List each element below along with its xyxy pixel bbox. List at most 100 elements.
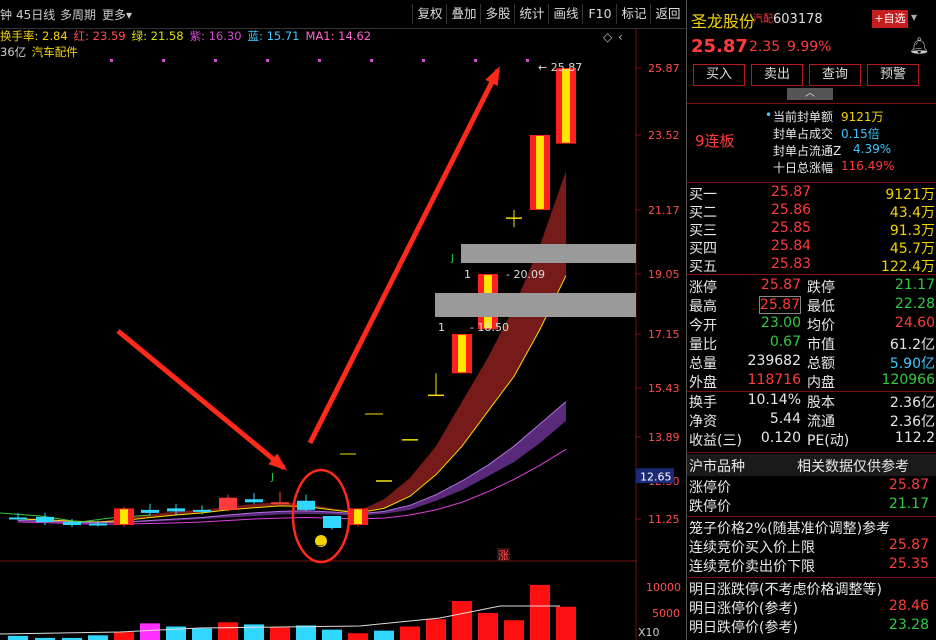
fundamental-row: 净资 5.44 流通 2.36亿 bbox=[687, 411, 936, 431]
candle-body[interactable] bbox=[167, 508, 185, 512]
stat-label: 外盘 bbox=[689, 375, 717, 391]
annotation-prefix-2: 1 bbox=[438, 321, 445, 334]
trade-button-0[interactable]: 买入 bbox=[693, 64, 745, 86]
tomorrow-label: 明日涨停价(参考) bbox=[689, 601, 798, 617]
chevron-down-icon[interactable]: ▾ bbox=[911, 10, 917, 24]
toolbar-button-0[interactable]: 复权 bbox=[412, 4, 447, 24]
candle-body[interactable] bbox=[245, 499, 263, 503]
bid-row: 买四 25.84 45.7万 bbox=[687, 238, 936, 258]
marker-dot bbox=[266, 59, 269, 62]
marker-dot bbox=[370, 59, 373, 62]
trade-button-2[interactable]: 查询 bbox=[809, 64, 861, 86]
j-mark: J bbox=[270, 472, 274, 483]
bell-icon[interactable]: 🔔︎ bbox=[909, 36, 929, 55]
stat-label: 涨停 bbox=[689, 280, 717, 296]
candle-body[interactable] bbox=[323, 515, 341, 528]
cage-value: 25.35 bbox=[888, 556, 929, 572]
toolbar-button-1[interactable]: 叠加 bbox=[446, 4, 481, 24]
candle-body[interactable] bbox=[219, 497, 237, 510]
smiley-face: ‿ bbox=[316, 537, 324, 546]
market-section-note: 相关数据仅供参考 bbox=[797, 459, 909, 475]
kline-chart[interactable]: 25.8723.5221.1719.0517.1515.4313.8912.50… bbox=[0, 28, 686, 640]
marker-dot bbox=[214, 59, 217, 62]
stat-label: 最高 bbox=[689, 299, 717, 315]
seal-info-label: 封单占流通Z bbox=[773, 144, 842, 158]
stat-label: 市值 bbox=[807, 337, 835, 353]
toolbar-button-7[interactable]: 返回 bbox=[650, 4, 685, 24]
volume-bar bbox=[348, 633, 368, 640]
cage-value: 25.87 bbox=[888, 537, 929, 553]
fundamental-value: 0.120 bbox=[760, 430, 801, 446]
volume-bar bbox=[400, 626, 420, 640]
stat-row: 外盘 118716 内盘 120966 bbox=[687, 372, 936, 392]
stat-label: 跌停 bbox=[807, 280, 835, 296]
bid-label: 买四 bbox=[689, 241, 717, 257]
annotation-price-2: - 18.50 bbox=[470, 321, 509, 334]
price-change: 2.35 bbox=[749, 39, 781, 55]
marker-dot bbox=[110, 59, 113, 62]
volume-bar bbox=[426, 619, 446, 640]
trade-button-3[interactable]: 预警 bbox=[867, 64, 919, 86]
more-label: 更多 bbox=[102, 8, 127, 22]
y-tick-label: 13.89 bbox=[648, 431, 680, 444]
candle-body[interactable] bbox=[141, 509, 159, 513]
toolbar-button-5[interactable]: F10 bbox=[582, 4, 617, 24]
toolbar-button-4[interactable]: 画线 bbox=[548, 4, 583, 24]
volume-bar bbox=[192, 628, 212, 640]
bid-label: 买三 bbox=[689, 223, 717, 239]
bid-volume: 122.4万 bbox=[880, 259, 935, 275]
bid-price: 25.84 bbox=[771, 238, 812, 254]
bid-price: 25.83 bbox=[771, 256, 812, 272]
bid-row: 买一 25.87 9121万 bbox=[687, 184, 936, 204]
stat-value: 5.90亿 bbox=[889, 356, 935, 372]
candle-body[interactable] bbox=[36, 516, 54, 522]
candle-limit-core bbox=[536, 136, 544, 209]
market-section-header: 沪市品种 相关数据仅供参考 bbox=[687, 454, 936, 476]
toolbar-button-3[interactable]: 统计 bbox=[514, 4, 549, 24]
toolbar-button-2[interactable]: 多股 bbox=[480, 4, 515, 24]
stat-value: 120966 bbox=[881, 372, 935, 388]
tomorrow-value: 28.46 bbox=[888, 598, 929, 614]
seal-info-value: 4.39% bbox=[853, 142, 892, 156]
trade-button-1[interactable]: 卖出 bbox=[751, 64, 803, 86]
annotation-price-1: - 20.09 bbox=[506, 268, 545, 281]
price-change-pct: 9.99% bbox=[787, 39, 832, 55]
y-tick-label: 15.43 bbox=[648, 382, 680, 395]
bid-volume: 45.7万 bbox=[889, 241, 935, 257]
bid-volume: 91.3万 bbox=[889, 223, 935, 239]
candle-body[interactable] bbox=[193, 509, 211, 512]
resistance-bar-1 bbox=[461, 244, 636, 263]
tomorrow-value: 23.28 bbox=[888, 617, 929, 633]
y-tick-label: 23.52 bbox=[648, 129, 680, 142]
limit-label: 跌停价 bbox=[689, 499, 731, 515]
stat-value: 118716 bbox=[747, 372, 801, 388]
fundamental-label: PE(动) bbox=[807, 433, 850, 449]
y-tick-label: 25.87 bbox=[648, 62, 680, 75]
cage-label: 连续竞价卖出价下限 bbox=[689, 559, 815, 575]
fundamental-label: 净资 bbox=[689, 414, 717, 430]
cage-title: 笼子价格2%(随基准价调整)参考 bbox=[689, 521, 891, 537]
limit-value: 25.87 bbox=[888, 477, 929, 493]
tomorrow-label: 明日跌停价(参考) bbox=[689, 620, 798, 636]
seal-info-value: 116.49% bbox=[841, 159, 895, 173]
candle-body[interactable] bbox=[9, 517, 27, 520]
annotation-arrow-up-head bbox=[485, 66, 500, 86]
stat-value: 61.2亿 bbox=[889, 337, 935, 353]
more-button[interactable]: 更多▾ bbox=[102, 6, 132, 23]
add-favorite-button[interactable]: +自选 bbox=[872, 10, 908, 28]
stat-row: 量比 0.67 市值 61.2亿 bbox=[687, 334, 936, 354]
toolbar-button-6[interactable]: 标记 bbox=[616, 4, 651, 24]
candle-body[interactable] bbox=[297, 500, 315, 510]
candle-body[interactable] bbox=[89, 523, 107, 526]
fundamental-value: 10.14% bbox=[747, 392, 801, 408]
candle-body[interactable] bbox=[63, 522, 81, 525]
current-price-tag: 12.65 bbox=[640, 470, 672, 483]
y-tick-label: 21.17 bbox=[648, 204, 680, 217]
stat-label: 最低 bbox=[807, 299, 835, 315]
collapse-toggle-icon[interactable]: ︿ bbox=[787, 88, 833, 100]
period-selector[interactable]: 45日线 bbox=[16, 6, 55, 23]
bid-volume: 43.4万 bbox=[889, 205, 935, 221]
chevron-down-icon: ▾ bbox=[126, 8, 133, 22]
candle-body[interactable] bbox=[271, 502, 289, 505]
multi-period-button[interactable]: 多周期 bbox=[60, 6, 96, 23]
